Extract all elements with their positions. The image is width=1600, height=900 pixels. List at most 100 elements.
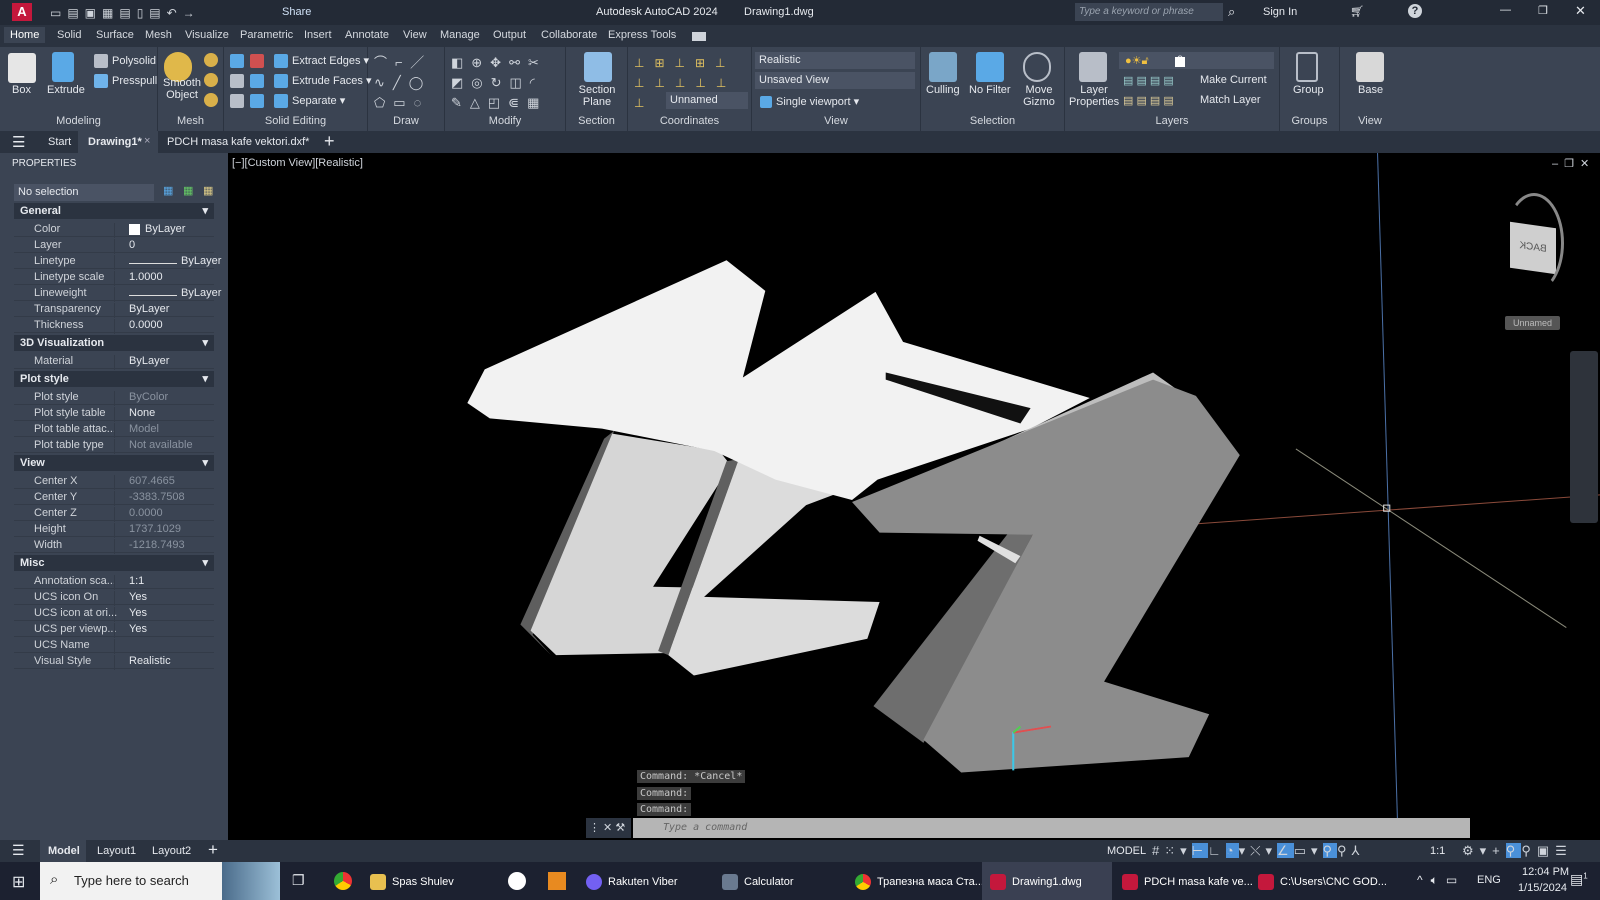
property-row[interactable]: UCS icon at ori... Yes xyxy=(14,605,214,622)
file-tab-start[interactable]: Start xyxy=(48,136,71,148)
property-row[interactable]: Transparency ByLayer xyxy=(14,301,214,318)
mesh-tool-icon[interactable] xyxy=(204,73,218,87)
ucs-menu-button[interactable]: Unnamed xyxy=(1505,316,1560,330)
command-line-tools[interactable]: ⋮ ✕ ⚒ xyxy=(586,818,631,838)
app-logo-button[interactable]: A xyxy=(12,3,32,21)
teamviewer-icon[interactable] xyxy=(508,872,526,890)
property-row[interactable]: UCS Name xyxy=(14,637,214,654)
property-row[interactable]: UCS icon On Yes xyxy=(14,589,214,606)
property-row[interactable]: Center Z 0.0000 xyxy=(14,505,214,522)
panel-label[interactable]: Section xyxy=(566,115,627,127)
minimize-button[interactable]: — xyxy=(1500,4,1511,16)
property-row[interactable]: Center Y -3383.7508 xyxy=(14,489,214,506)
extrude-faces-button[interactable]: Extrude Faces ▾ xyxy=(274,74,372,89)
tab-visualize[interactable]: Visualize xyxy=(185,29,229,41)
section-header-general[interactable]: General ▾ xyxy=(14,203,214,219)
smooth-object-button[interactable]: Smooth Object xyxy=(162,77,202,101)
drafting-toggles[interactable]: #⁙▾⊢∟◔▾⤬▾∠▭▾⚲⚲⅄ xyxy=(1152,843,1365,859)
property-value[interactable]: 0.0000 xyxy=(114,319,163,334)
panel-label[interactable]: Groups xyxy=(1280,115,1339,127)
mesh-tool-icon[interactable] xyxy=(204,93,218,107)
layout-tab-model[interactable]: Model xyxy=(40,840,86,862)
mesh-tool-icon[interactable] xyxy=(204,53,218,67)
tab-home[interactable]: Home xyxy=(4,27,46,43)
property-value[interactable]: Yes xyxy=(114,591,147,606)
property-value[interactable]: None xyxy=(114,407,155,422)
property-value[interactable]: ByColor xyxy=(114,391,168,406)
drawing-viewport[interactable]: [−][Custom View][Realistic] –❐✕ BACK Unn… xyxy=(228,153,1600,840)
navigation-bar[interactable] xyxy=(1570,351,1598,523)
property-row[interactable]: Material ByLayer xyxy=(14,353,214,370)
collapse-icon[interactable]: ▾ xyxy=(202,456,208,469)
panel-label[interactable]: Modify xyxy=(445,115,565,127)
panel-label[interactable]: View xyxy=(752,115,920,127)
viewcube-compass[interactable] xyxy=(1504,193,1564,293)
layout-menu-icon[interactable]: ☰ xyxy=(12,842,25,859)
move-gizmo-button[interactable]: Move Gizmo xyxy=(1019,84,1059,108)
notifications-icon[interactable]: ▤1 xyxy=(1570,871,1588,888)
property-row[interactable]: Height 1737.1029 xyxy=(14,521,214,538)
tab-express-tools[interactable]: Express Tools xyxy=(608,29,676,41)
property-row[interactable]: Plot table type Not available xyxy=(14,437,214,454)
property-row[interactable]: Annotation sca... 1:1 xyxy=(14,573,214,590)
draw-tools-icons[interactable]: ⌒⌐╱ ∿╱◯ ⬠▭◌ xyxy=(374,53,432,113)
property-value[interactable]: -1218.7493 xyxy=(114,539,185,554)
tab-collaborate[interactable]: Collaborate xyxy=(541,29,597,41)
taskbar-item-drawing1[interactable]: Drawing1.dwg xyxy=(982,862,1112,900)
tab-solid[interactable]: Solid xyxy=(57,29,81,41)
menu-icon[interactable]: ☰ xyxy=(12,133,25,151)
property-value[interactable]: 1.0000 xyxy=(114,271,163,286)
taskbar-item-calculator[interactable]: Calculator xyxy=(722,862,794,900)
layout-tab-layout2[interactable]: Layout2 xyxy=(152,845,191,857)
ribbon-toggle-icon[interactable] xyxy=(692,32,706,41)
fillet-edge-icon[interactable] xyxy=(250,74,264,88)
clock-time[interactable]: 12:04 PM xyxy=(1522,866,1569,878)
tab-manage[interactable]: Manage xyxy=(440,29,480,41)
property-value[interactable]: ByLayer xyxy=(114,255,222,270)
cart-icon[interactable]: 🛒︎ xyxy=(1350,5,1364,18)
culling-button[interactable]: Culling xyxy=(926,84,960,96)
annotation-scale[interactable]: 1:1 xyxy=(1430,845,1445,857)
viewport-window-controls[interactable]: –❐✕ xyxy=(1552,157,1595,170)
extract-edges-button[interactable]: Extract Edges ▾ xyxy=(274,54,369,69)
box-button[interactable]: Box xyxy=(12,84,31,96)
tab-view[interactable]: View xyxy=(403,29,427,41)
base-button[interactable]: Base xyxy=(1358,84,1383,96)
named-view-dropdown[interactable]: Unsaved View xyxy=(755,72,915,89)
property-value[interactable]: ByLayer xyxy=(114,223,186,238)
property-row[interactable]: Thickness 0.0000 xyxy=(14,317,214,334)
model-canvas[interactable] xyxy=(228,153,1600,840)
property-row[interactable]: Plot style ByColor xyxy=(14,389,214,406)
quick-select-icon[interactable]: ▦ xyxy=(163,184,173,197)
layer-tools-icons[interactable]: ▤ ▤ ▤ ▤ xyxy=(1123,94,1174,107)
pickadd-icon[interactable]: ▦ xyxy=(203,184,213,197)
property-value[interactable]: Model xyxy=(114,423,159,438)
quick-access-toolbar[interactable]: ▭▤▣▦▤▯▤↶→ xyxy=(50,6,250,20)
section-header-plot-style[interactable]: Plot style ▾ xyxy=(14,371,214,387)
property-row[interactable]: Width -1218.7493 xyxy=(14,537,214,554)
property-row[interactable]: Linetype ByLayer xyxy=(14,253,222,270)
property-row[interactable]: Linetype scale 1.0000 xyxy=(14,269,214,286)
property-value[interactable]: 607.4665 xyxy=(114,475,175,490)
property-value[interactable]: 0.0000 xyxy=(114,507,163,522)
property-value[interactable]: Not available xyxy=(114,439,193,454)
restore-button[interactable]: ❐ xyxy=(1538,4,1548,17)
property-value[interactable]: Yes xyxy=(114,623,147,638)
tab-insert[interactable]: Insert xyxy=(304,29,332,41)
file-tab-pdch[interactable]: PDCH masa kafe vektori.dxf* xyxy=(167,136,309,148)
panel-label[interactable]: Layers xyxy=(1065,115,1279,127)
no-filter-button[interactable]: No Filter xyxy=(969,84,1011,96)
subtract-icon[interactable] xyxy=(250,54,264,68)
property-row[interactable]: Lineweight ByLayer xyxy=(14,285,222,302)
group-button[interactable]: Group xyxy=(1293,84,1324,96)
property-value[interactable]: Yes xyxy=(114,607,147,622)
property-value[interactable]: 1737.1029 xyxy=(114,523,181,538)
status-tools[interactable]: ⚙▾+⚲⚲▣☰ xyxy=(1462,843,1573,859)
file-tab-drawing1[interactable]: Drawing1* × xyxy=(78,131,158,153)
system-tray-icons[interactable]: ^🔈︎▭ xyxy=(1417,873,1465,888)
collapse-icon[interactable]: ▾ xyxy=(202,204,208,217)
section-plane-button[interactable]: Section Plane xyxy=(574,84,620,108)
collapse-icon[interactable]: ▾ xyxy=(202,556,208,569)
clock-date[interactable]: 1/15/2024 xyxy=(1518,882,1567,894)
property-value[interactable]: 1:1 xyxy=(114,575,144,590)
